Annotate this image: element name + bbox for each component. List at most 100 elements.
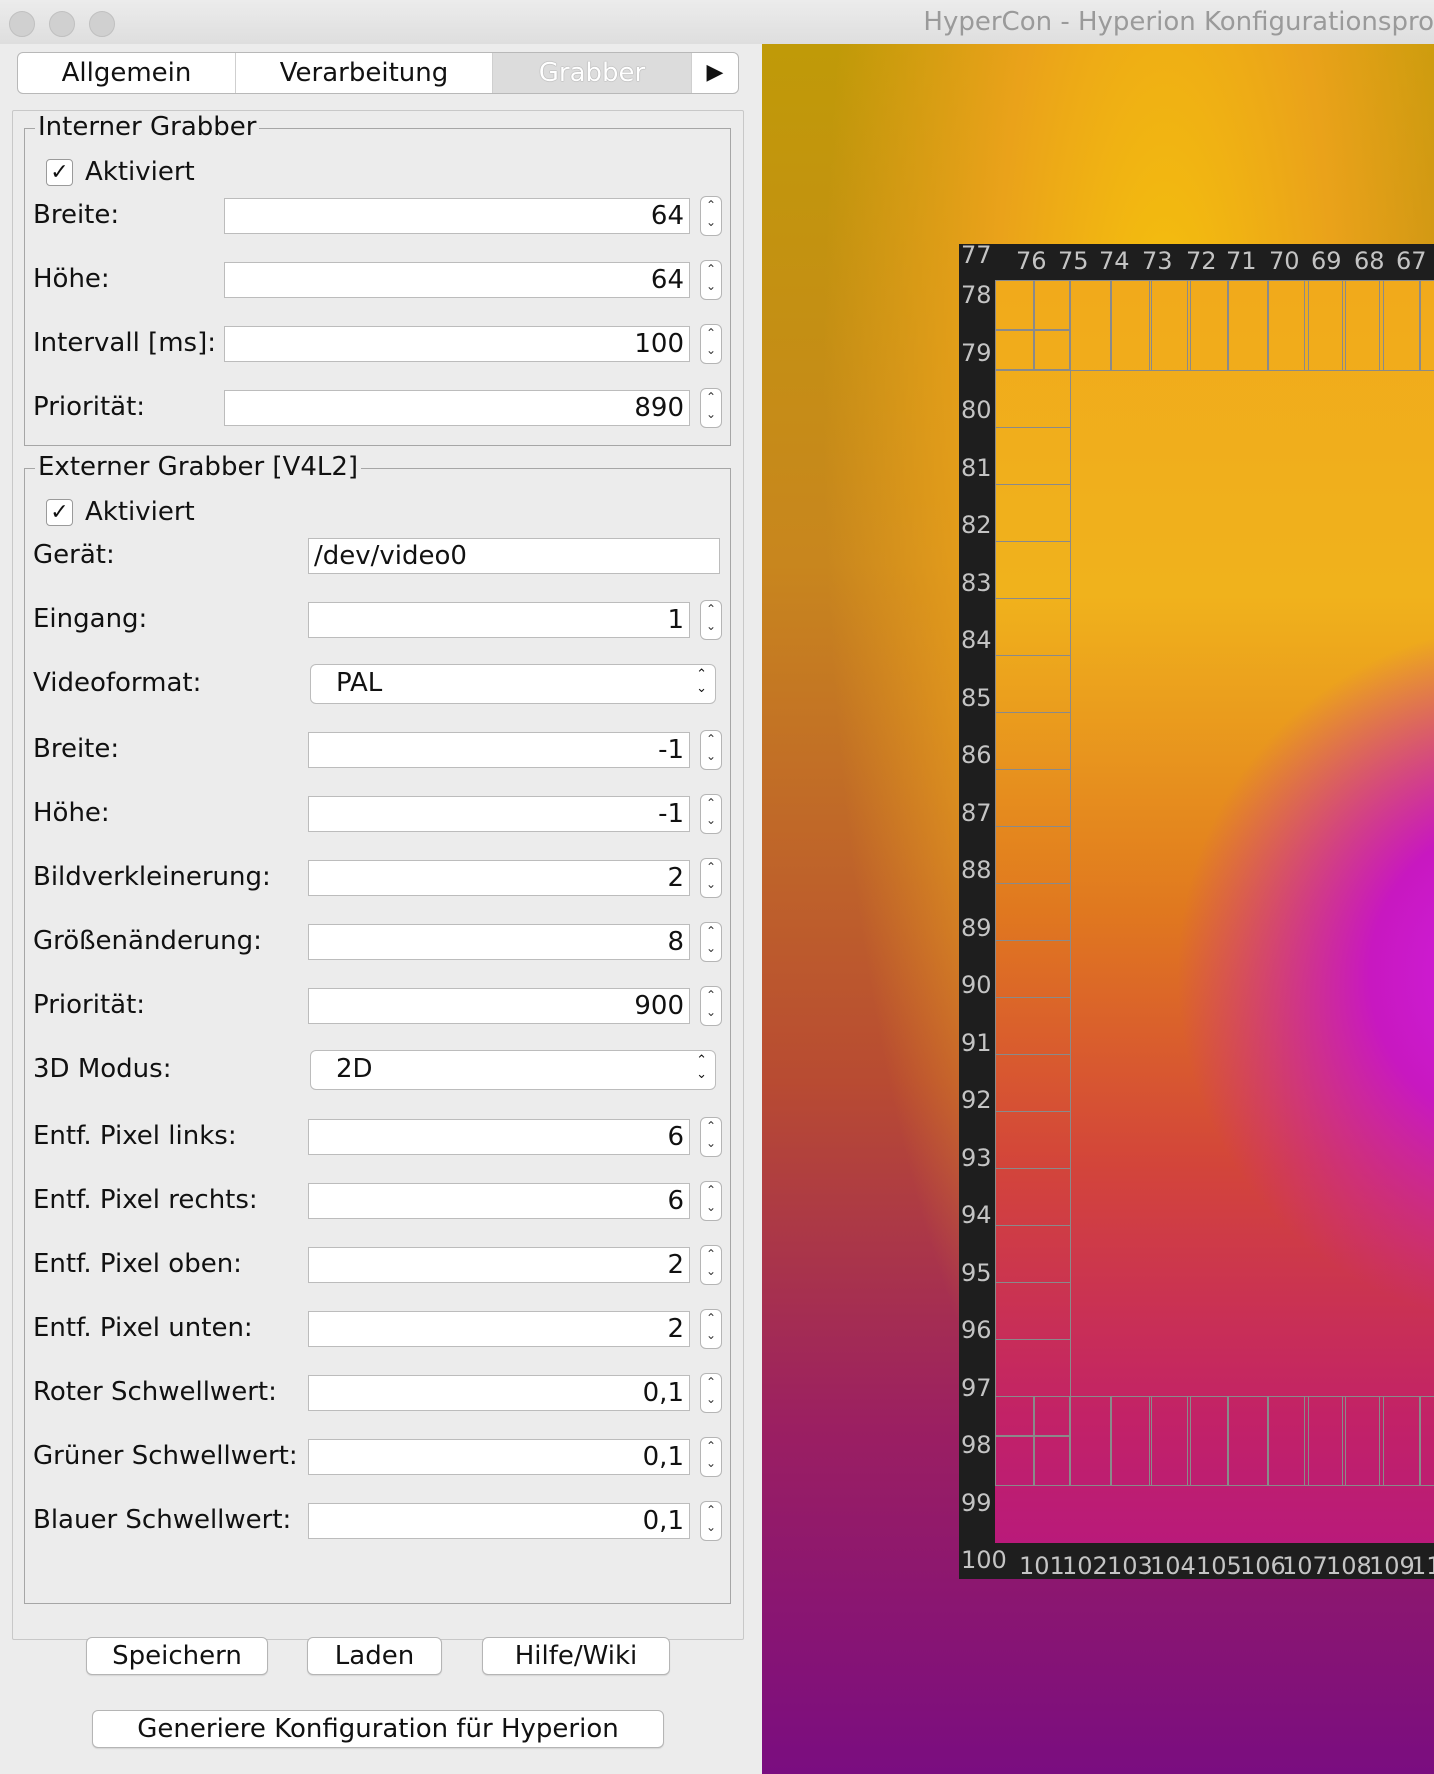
led-region [1110, 280, 1152, 371]
led-index: 76 [1016, 247, 1047, 275]
input-stepper[interactable]: ⌃ ⌄ [700, 600, 722, 640]
generate-config-button[interactable]: Generiere Konfiguration für Hyperion [92, 1710, 664, 1748]
ext-priority-stepper[interactable]: ⌃ ⌄ [700, 986, 722, 1026]
led-region [995, 826, 1071, 884]
led-index: 80 [961, 396, 992, 424]
blue-threshold-stepper[interactable]: ⌃ ⌄ [700, 1501, 722, 1541]
crop-right-stepper[interactable]: ⌃ ⌄ [700, 1181, 722, 1221]
led-region [1034, 280, 1070, 330]
crop-bottom-stepper[interactable]: ⌃ ⌄ [700, 1309, 722, 1349]
led-region [995, 370, 1071, 428]
load-button[interactable]: Laden [307, 1637, 442, 1675]
led-region [995, 1225, 1071, 1283]
internal-height-field[interactable]: 64 [224, 262, 690, 298]
external-enabled-checkbox[interactable]: ✓ [46, 499, 73, 526]
led-region [1227, 280, 1269, 371]
led-index: 101 [1019, 1552, 1065, 1580]
crop-bottom-field[interactable]: 2 [308, 1311, 690, 1347]
input-field[interactable]: 1 [308, 602, 690, 638]
resize-field[interactable]: 8 [308, 924, 690, 960]
led-index: 11 [1411, 1552, 1434, 1580]
led-region [1419, 280, 1434, 371]
save-button[interactable]: Speichern [86, 1637, 268, 1675]
device-input[interactable]: /dev/video0 [308, 538, 720, 574]
led-index: 97 [961, 1373, 992, 1402]
external-grabber-group: Externer Grabber [V4L2] ✓ Aktiviert Gerä… [24, 452, 731, 1604]
decimation-stepper[interactable]: ⌃ ⌄ [700, 858, 722, 898]
internal-interval-stepper[interactable]: ⌃ ⌄ [700, 324, 722, 364]
led-region [1110, 1396, 1152, 1486]
internal-height-stepper[interactable]: ⌃ ⌄ [700, 260, 722, 300]
internal-enabled-checkbox[interactable]: ✓ [46, 159, 73, 186]
led-region [1379, 280, 1421, 371]
led-region [995, 330, 1034, 370]
mode3d-select[interactable]: 2D ⌃ ⌄ [310, 1050, 716, 1090]
resize-label: Größenänderung: [33, 926, 262, 956]
zoom-window-button[interactable] [89, 11, 115, 37]
led-region [995, 940, 1071, 998]
crop-left-label: Entf. Pixel links: [33, 1121, 237, 1151]
crop-top-label: Entf. Pixel oben: [33, 1249, 242, 1279]
led-index: 67 [1396, 247, 1427, 275]
ext-width-stepper[interactable]: ⌃ ⌄ [700, 730, 722, 770]
led-index: 94 [961, 1201, 992, 1229]
internal-priority-label: Priorität: [33, 392, 146, 422]
led-index: 107 [1282, 1552, 1328, 1580]
ext-priority-field[interactable]: 900 [308, 988, 690, 1024]
external-enabled-label: Aktiviert [85, 497, 195, 527]
red-threshold-field[interactable]: 0,1 [308, 1375, 690, 1411]
ext-height-stepper[interactable]: ⌃ ⌄ [700, 794, 722, 834]
led-index: 104 [1150, 1552, 1196, 1580]
tab-allgemein[interactable]: Allgemein [18, 53, 236, 93]
crop-top-field[interactable]: 2 [308, 1247, 690, 1283]
minimize-window-button[interactable] [49, 11, 75, 37]
internal-interval-field[interactable]: 100 [224, 326, 690, 362]
led-index: 92 [961, 1086, 992, 1114]
mode3d-value: 2D [336, 1054, 373, 1084]
crop-right-label: Entf. Pixel rechts: [33, 1185, 258, 1215]
videoformat-value: PAL [336, 668, 383, 698]
tab-scroll-right-icon[interactable]: ▶ [692, 53, 738, 93]
led-region [1187, 280, 1229, 371]
internal-width-stepper[interactable]: ⌃ ⌄ [700, 196, 722, 236]
led-index: 91 [961, 1028, 992, 1057]
resize-stepper[interactable]: ⌃ ⌄ [700, 922, 722, 962]
led-region [1267, 280, 1309, 371]
crop-left-field[interactable]: 6 [308, 1119, 690, 1155]
led-region [995, 1168, 1071, 1226]
internal-interval-label: Intervall [ms]: [33, 328, 216, 358]
videoformat-select[interactable]: PAL ⌃ ⌄ [310, 664, 716, 704]
help-wiki-button[interactable]: Hilfe/Wiki [482, 1637, 670, 1675]
crop-top-stepper[interactable]: ⌃ ⌄ [700, 1245, 722, 1285]
led-index: 74 [1099, 247, 1130, 275]
ext-priority-label: Priorität: [33, 990, 146, 1020]
tab-grabber[interactable]: Grabber [493, 53, 692, 93]
led-frame: 77 76 75 74 73 72 71 70 69 68 67 78 79 80 81 82 83 84 85 86… [959, 241, 1434, 1580]
led-index: 105 [1196, 1552, 1242, 1580]
led-region [1267, 1396, 1309, 1486]
led-region [1070, 280, 1112, 371]
title-bar: HyperCon - Hyperion Konfigurationspro [0, 0, 1434, 45]
crop-right-field[interactable]: 6 [308, 1183, 690, 1219]
settings-panel: Allgemein Verarbeitung Grabber ▶ Interne… [0, 44, 762, 1774]
led-index: 99 [961, 1488, 992, 1517]
crop-left-stepper[interactable]: ⌃ ⌄ [700, 1117, 722, 1157]
green-threshold-stepper[interactable]: ⌃ ⌄ [700, 1437, 722, 1477]
internal-priority-field[interactable]: 890 [224, 390, 690, 426]
led-region [995, 883, 1071, 941]
green-threshold-field[interactable]: 0,1 [308, 1439, 690, 1475]
led-region [995, 1339, 1071, 1397]
red-threshold-label: Roter Schwellwert: [33, 1377, 277, 1407]
internal-priority-stepper[interactable]: ⌃ ⌄ [700, 388, 722, 428]
internal-width-field[interactable]: 64 [224, 198, 690, 234]
led-index: 100 [961, 1546, 1007, 1574]
led-index: 83 [961, 568, 992, 597]
blue-threshold-field[interactable]: 0,1 [308, 1503, 690, 1539]
close-window-button[interactable] [9, 11, 35, 37]
decimation-field[interactable]: 2 [308, 860, 690, 896]
red-threshold-stepper[interactable]: ⌃ ⌄ [700, 1373, 722, 1413]
ext-height-field[interactable]: -1 [308, 796, 690, 832]
tab-verarbeitung[interactable]: Verarbeitung [236, 53, 493, 93]
ext-width-field[interactable]: -1 [308, 732, 690, 768]
led-index: 82 [961, 511, 992, 539]
